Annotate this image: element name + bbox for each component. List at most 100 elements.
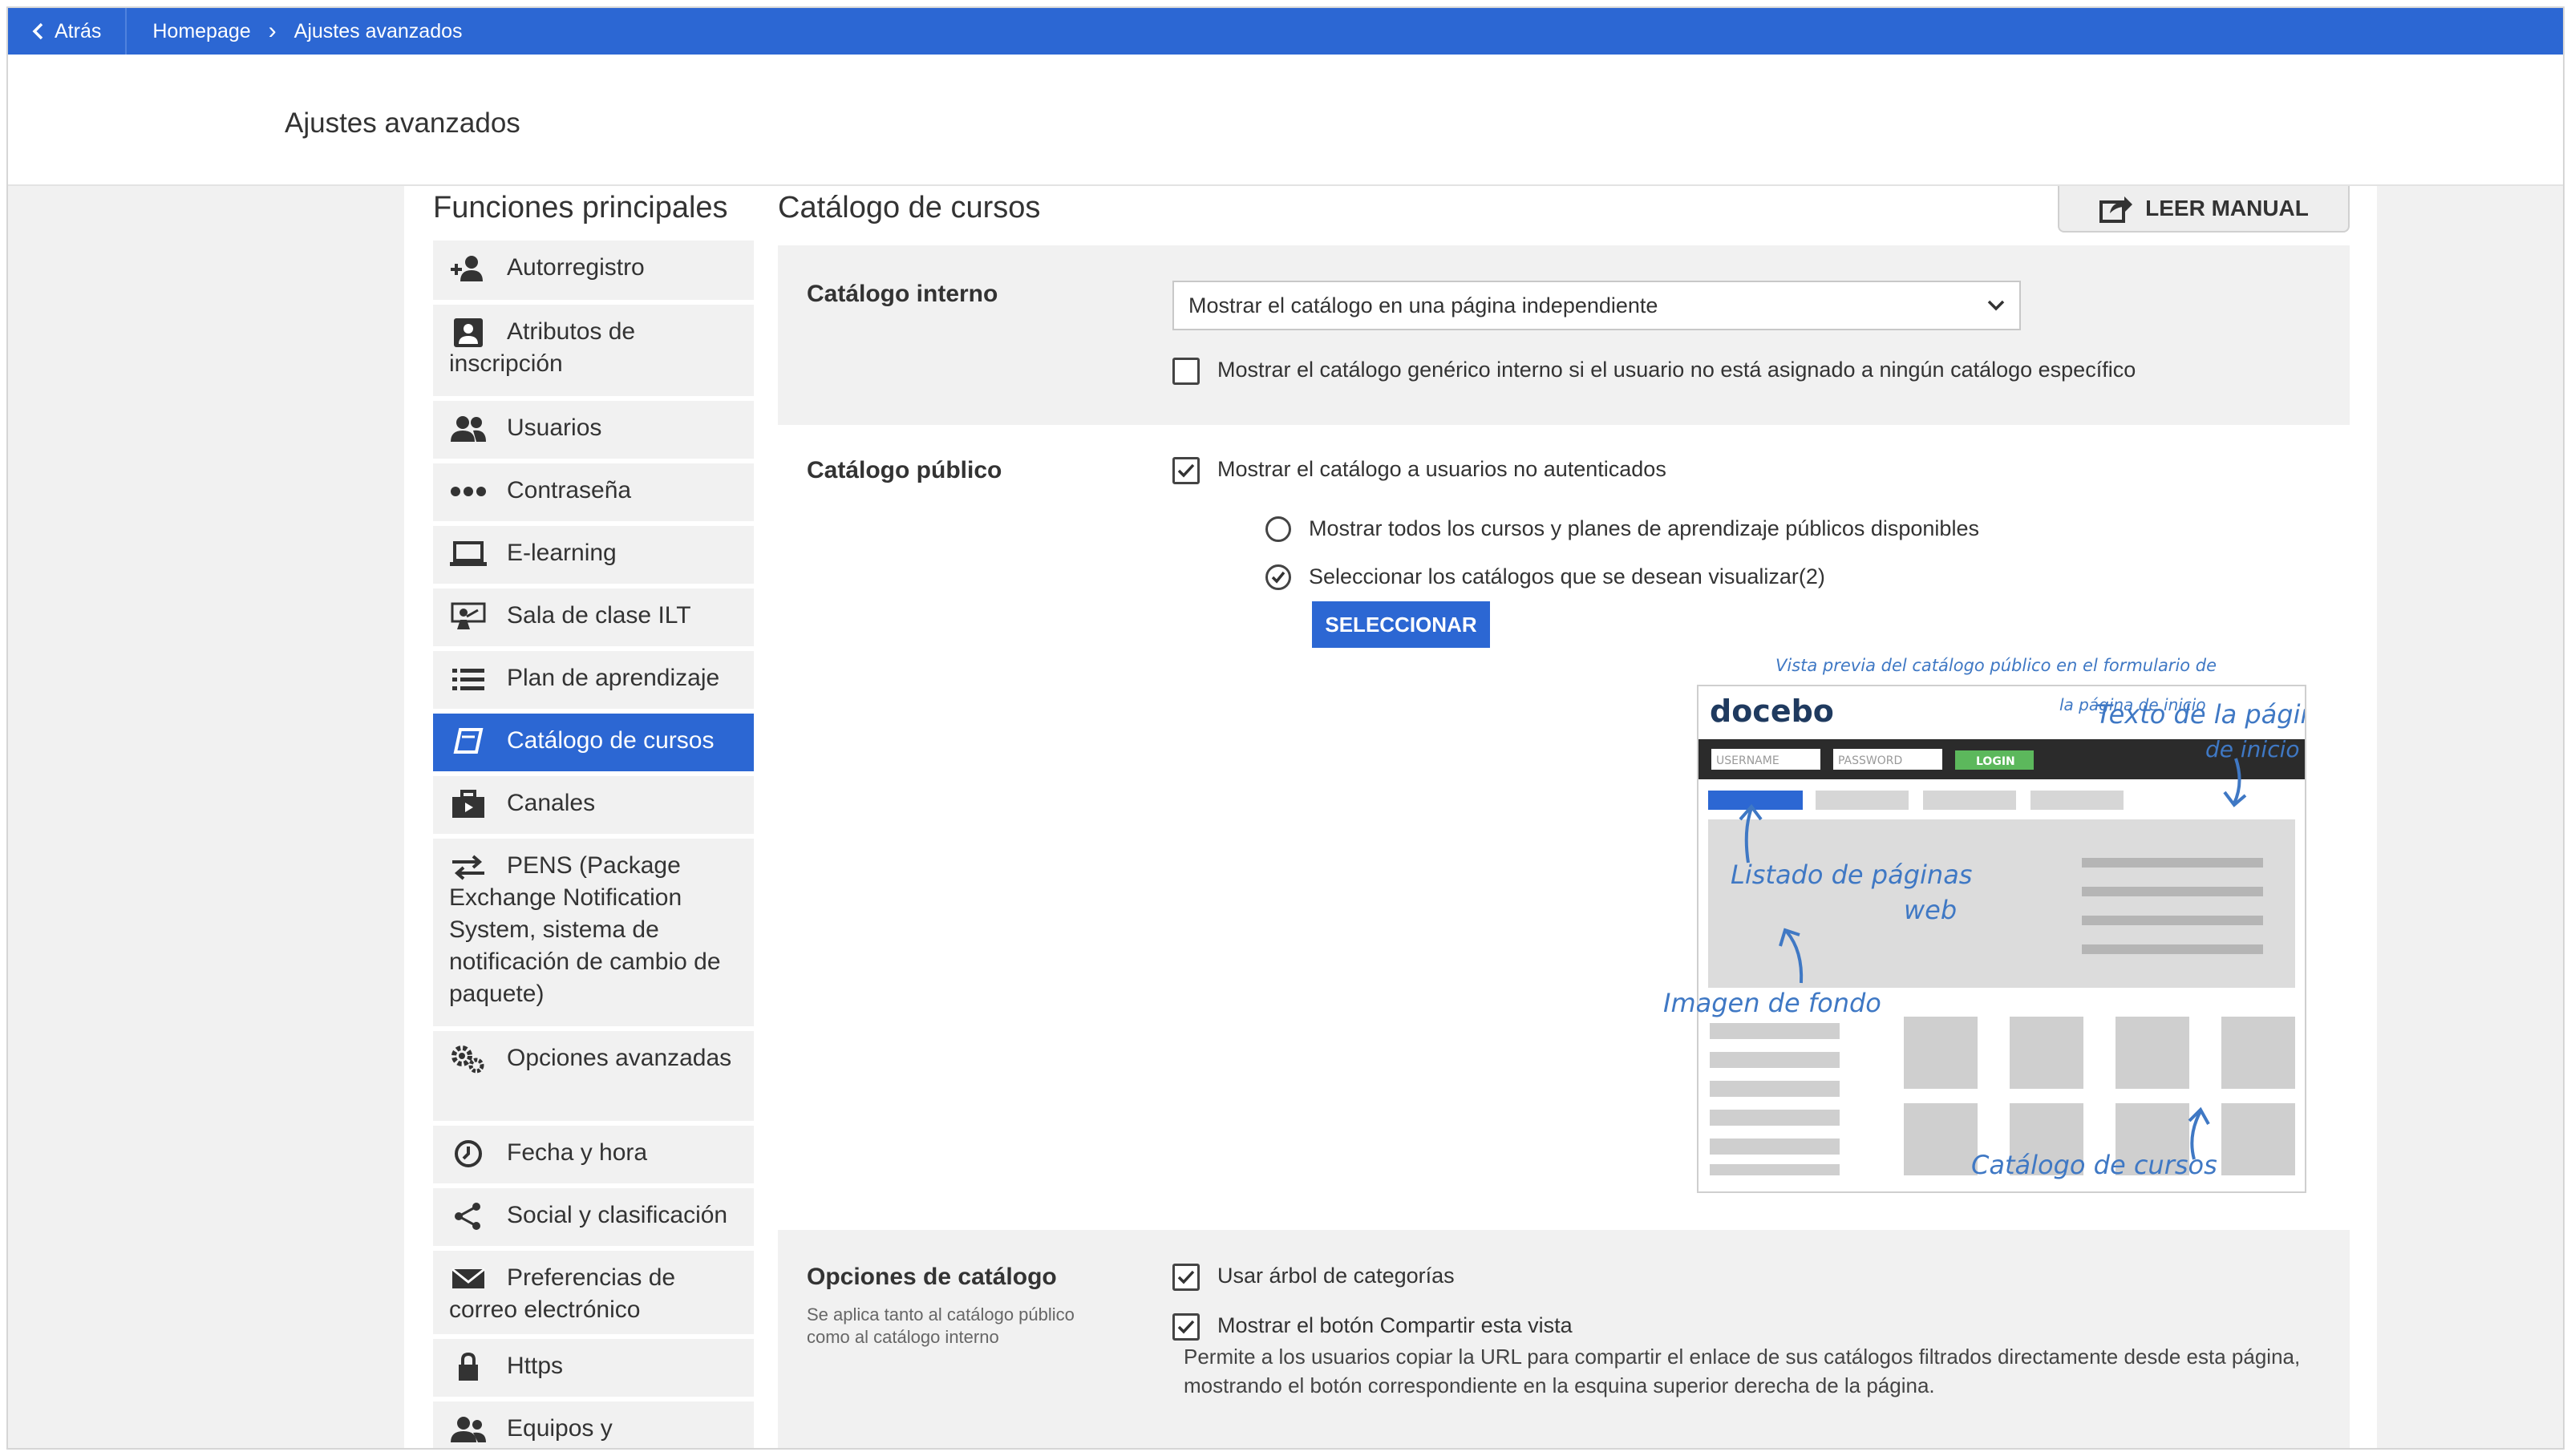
section-title: Catálogo de cursos bbox=[778, 191, 1041, 224]
generic-catalog-checkbox[interactable] bbox=[1172, 358, 1200, 385]
sidebar-item-label: Social y clasificación bbox=[507, 1202, 728, 1228]
sidebar-item-label: E-learning bbox=[507, 540, 617, 566]
clock-icon bbox=[449, 1139, 488, 1168]
catalog-options-sub: Se aplica tanto al catálogo público como… bbox=[807, 1304, 1075, 1347]
sidebar-title: Funciones principales bbox=[433, 191, 728, 224]
app-window: Atrás Homepage › Ajustes avanzados Ajust… bbox=[6, 6, 2565, 1450]
share-view-description: Permite a los usuarios copiar la URL par… bbox=[1184, 1345, 2301, 1397]
sidebar-item-usuarios[interactable]: Usuarios bbox=[433, 401, 754, 459]
id-card-icon bbox=[449, 318, 488, 348]
breadcrumb: Homepage › Ajustes avanzados bbox=[127, 19, 462, 43]
lock-icon bbox=[449, 1353, 488, 1381]
breadcrumb-home[interactable]: Homepage bbox=[152, 20, 250, 43]
sidebar-item-label: Https bbox=[507, 1353, 564, 1379]
sidebar-item-label: Canales bbox=[507, 790, 596, 816]
generic-catalog-option[interactable]: Mostrar el catálogo genérico interno si … bbox=[1172, 358, 2136, 385]
annot-background: Imagen de fondo bbox=[1663, 988, 1881, 1018]
show-public-checkbox[interactable] bbox=[1172, 457, 1200, 484]
preview-background-image bbox=[1708, 819, 2295, 988]
sidebar-item-canales[interactable]: Canales bbox=[433, 776, 754, 834]
sidebar-item-label: Equipos y bbox=[507, 1415, 613, 1442]
sidebar-item-fecha[interactable]: Fecha y hora bbox=[433, 1126, 754, 1183]
sidebar-item-label: Catálogo de cursos bbox=[507, 727, 715, 754]
page-header: Ajustes avanzados bbox=[8, 55, 2563, 186]
preview-nav-active bbox=[1708, 791, 1803, 810]
share-icon bbox=[449, 1202, 488, 1231]
gears-icon bbox=[449, 1045, 488, 1074]
sidebar-item-contrasena[interactable]: Contraseña bbox=[433, 463, 754, 521]
sidebar-item-opciones[interactable]: Opciones avanzadas bbox=[433, 1031, 754, 1121]
read-manual-label: LEER MANUAL bbox=[2145, 196, 2309, 220]
public-catalog-preview: docebo la página de inicio USERNAME PASS… bbox=[1697, 685, 2332, 1193]
presenter-icon bbox=[449, 602, 488, 631]
category-tree-checkbox[interactable] bbox=[1172, 1264, 1200, 1291]
back-label: Atrás bbox=[55, 19, 102, 42]
envelope-icon bbox=[449, 1264, 488, 1293]
dots-icon bbox=[449, 477, 488, 506]
sidebar-item-correo[interactable]: Preferencias de correo electrónico bbox=[433, 1251, 754, 1334]
checkmark-icon bbox=[1271, 571, 1286, 584]
users-icon bbox=[449, 415, 488, 443]
sidebar-item-social[interactable]: Social y clasificación bbox=[433, 1188, 754, 1246]
sidebar-item-plan[interactable]: Plan de aprendizaje bbox=[433, 651, 754, 709]
select-value: Mostrar el catálogo en una página indepe… bbox=[1188, 293, 1658, 317]
sidebar-item-https[interactable]: Https bbox=[433, 1339, 754, 1397]
public-catalog-label: Catálogo público bbox=[807, 457, 1002, 483]
internal-catalog-section: Catálogo interno Mostrar el catálogo en … bbox=[778, 245, 2350, 425]
catalog-options-label: Opciones de catálogo bbox=[807, 1264, 1057, 1290]
sidebar-item-catalogo[interactable]: Catálogo de cursos bbox=[433, 714, 754, 771]
catalog-display-select[interactable]: Mostrar el catálogo en una página indepe… bbox=[1172, 281, 2021, 330]
read-manual-button[interactable]: LEER MANUAL bbox=[2058, 186, 2350, 233]
sidebar-nav: Autorregistro Atributos de inscripción U… bbox=[433, 241, 754, 1448]
share-view-option[interactable]: Mostrar el botón Compartir esta vista bbox=[1172, 1313, 1573, 1341]
briefcase-icon bbox=[449, 790, 488, 819]
category-tree-option[interactable]: Usar árbol de categorías bbox=[1172, 1264, 1455, 1291]
user-plus-icon bbox=[449, 254, 488, 283]
category-tree-label: Usar árbol de categorías bbox=[1217, 1264, 1455, 1288]
sidebar-item-pens[interactable]: PENS (Package Exchange Notification Syst… bbox=[433, 839, 754, 1026]
preview-password-text: PASSWORD bbox=[1838, 754, 1902, 767]
sidebar-item-label: Opciones avanzadas bbox=[507, 1045, 732, 1071]
sidebar-item-label: Usuarios bbox=[507, 415, 602, 441]
chevron-right-icon: › bbox=[268, 18, 277, 44]
breadcrumb-current: Ajustes avanzados bbox=[294, 19, 463, 42]
share-view-label: Mostrar el botón Compartir esta vista bbox=[1217, 1313, 1573, 1337]
annot-pages-list: Listado de páginas bbox=[1731, 859, 1972, 890]
sidebar-item-ilt[interactable]: Sala de clase ILT bbox=[433, 588, 754, 646]
back-button[interactable]: Atrás bbox=[8, 8, 128, 55]
annot-catalog: Catálogo de cursos bbox=[1971, 1150, 2217, 1180]
exchange-icon bbox=[449, 852, 488, 881]
radio-all-option[interactable]: Mostrar todos los cursos y planes de apr… bbox=[1265, 516, 1979, 542]
sidebar-item-label: Fecha y hora bbox=[507, 1139, 648, 1166]
sidebar-item-autorregistro[interactable]: Autorregistro bbox=[433, 241, 754, 300]
radio-all[interactable] bbox=[1265, 516, 1291, 542]
radio-all-label: Mostrar todos los cursos y planes de apr… bbox=[1309, 516, 1979, 540]
radio-select-option[interactable]: Seleccionar los catálogos que se desean … bbox=[1265, 564, 1825, 590]
team-icon bbox=[449, 1415, 488, 1444]
sidebar-item-label: Plan de aprendizaje bbox=[507, 665, 720, 691]
chevron-down-icon bbox=[1987, 300, 2005, 311]
list-icon bbox=[449, 665, 488, 694]
top-bar: Atrás Homepage › Ajustes avanzados bbox=[8, 8, 2563, 55]
radio-select[interactable] bbox=[1265, 564, 1291, 590]
annot-home-text: Texto de la página bbox=[2096, 699, 2305, 730]
checkmark-icon bbox=[1177, 463, 1195, 478]
chevron-left-icon bbox=[32, 22, 43, 40]
external-share-icon bbox=[2099, 196, 2133, 223]
show-public-label: Mostrar el catálogo a usuarios no autent… bbox=[1217, 457, 1666, 481]
preview-caption: Vista previa del catálogo público en el … bbox=[1775, 656, 2217, 675]
catalog-options-section: Opciones de catálogo Se aplica tanto al … bbox=[778, 1230, 2350, 1448]
preview-login-text: LOGIN bbox=[1976, 755, 2015, 768]
public-catalog-section: Catálogo público Mostrar el catálogo a u… bbox=[778, 428, 2350, 1227]
sidebar-item-equipos[interactable]: Equipos y bbox=[433, 1401, 754, 1448]
generic-catalog-label: Mostrar el catálogo genérico interno si … bbox=[1217, 358, 2136, 382]
show-public-option[interactable]: Mostrar el catálogo a usuarios no autent… bbox=[1172, 457, 1666, 484]
book-icon bbox=[449, 727, 488, 756]
sidebar-item-elearning[interactable]: E-learning bbox=[433, 526, 754, 584]
radio-select-label: Seleccionar los catálogos que se desean … bbox=[1309, 564, 1825, 588]
laptop-icon bbox=[449, 540, 488, 568]
select-catalogs-button[interactable]: SELECCIONAR bbox=[1312, 601, 1490, 648]
share-view-checkbox[interactable] bbox=[1172, 1313, 1200, 1341]
sidebar-item-atributos[interactable]: Atributos de inscripción bbox=[433, 305, 754, 396]
annot-pages-list-2: web bbox=[1904, 895, 1957, 925]
